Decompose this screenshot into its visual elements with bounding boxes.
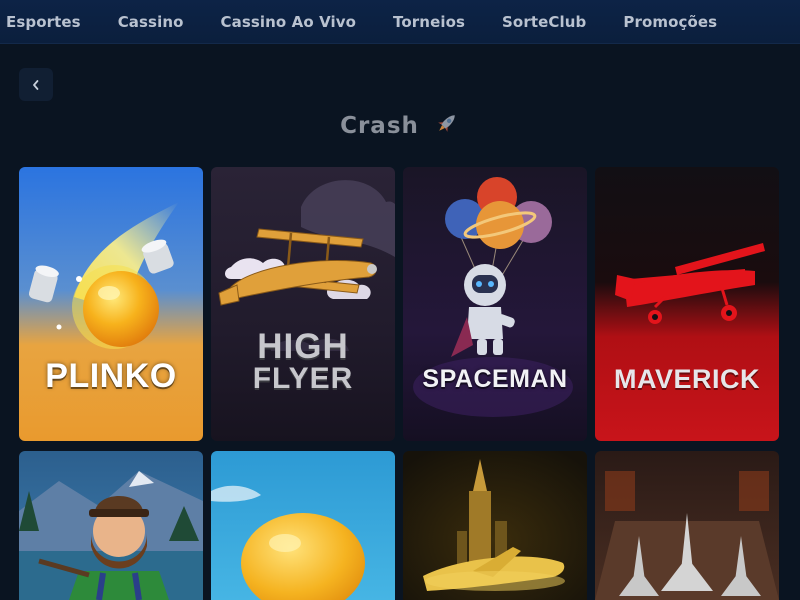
spaceman-artwork — [403, 167, 587, 441]
game-tile-jets[interactable] — [595, 451, 779, 600]
game-label-high-flyer-line1: HIGH — [257, 327, 349, 366]
lumberjack-artwork — [19, 451, 203, 600]
game-tile-high-flyer[interactable]: HIGH FLYER — [211, 167, 395, 441]
chevron-left-icon — [33, 79, 39, 90]
game-tile-spaceman[interactable]: SPACEMAN — [403, 167, 587, 441]
plinko-artwork — [19, 167, 203, 441]
nav-item-promocoes[interactable]: Promoções — [623, 13, 717, 31]
top-navigation: Esportes Cassino Cassino Ao Vivo Torneio… — [0, 0, 800, 44]
nav-item-cassino[interactable]: Cassino — [118, 13, 184, 31]
game-tile-golden-plane[interactable] — [403, 451, 587, 600]
game-label-plinko: PLINKO — [45, 357, 177, 395]
nav-item-torneios[interactable]: Torneios — [393, 13, 465, 31]
nav-item-sorteclub[interactable]: SorteClub — [502, 13, 586, 31]
nav-item-esportes[interactable]: Esportes — [6, 13, 81, 31]
game-label-maverick: MAVERICK — [613, 364, 760, 394]
game-tile-balloon[interactable] — [211, 451, 395, 600]
page-title: Crash — [0, 110, 800, 142]
game-label-high-flyer-line2: FLYER — [252, 362, 354, 395]
high-flyer-artwork — [211, 167, 395, 441]
jets-artwork — [595, 451, 779, 600]
balloon-artwork — [211, 451, 395, 600]
game-tile-plinko[interactable]: PLINKO — [19, 167, 203, 441]
page-title-text: Crash — [340, 113, 419, 139]
maverick-artwork — [595, 167, 779, 441]
rocket-icon — [434, 110, 460, 142]
game-label-spaceman: SPACEMAN — [422, 365, 568, 393]
game-tile-lumberjack[interactable] — [19, 451, 203, 600]
back-button[interactable] — [19, 68, 53, 101]
nav-item-cassino-ao-vivo[interactable]: Cassino Ao Vivo — [221, 13, 357, 31]
game-tile-maverick[interactable]: MAVERICK — [595, 167, 779, 441]
golden-plane-artwork — [403, 451, 587, 600]
